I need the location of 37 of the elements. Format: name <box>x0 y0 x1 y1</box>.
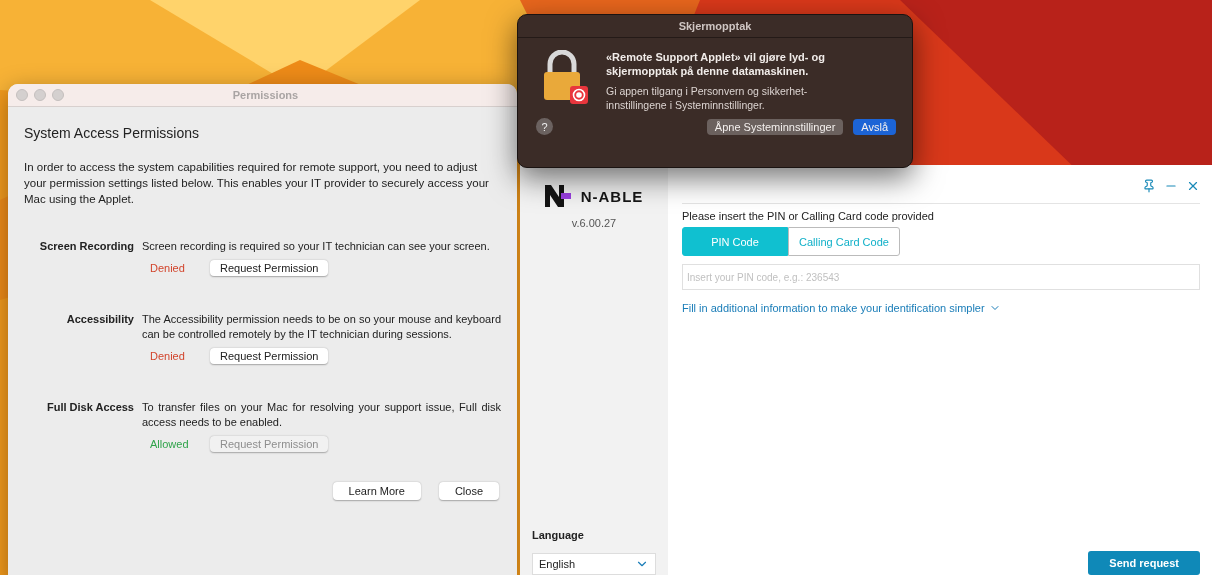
logo-text: N-ABLE <box>580 187 644 205</box>
dialog-button[interactable]: Avslå <box>853 118 896 135</box>
permission-description: To transfer files on your Mac for resolving your support issue, Full disk access needs to be enabled. <box>142 400 501 430</box>
window-title: Permissions <box>231 89 300 101</box>
permission-name: Screen Recording <box>38 239 134 254</box>
close-light-icon[interactable] <box>16 89 28 101</box>
dialog-detail: Gi appen tilgang i Personvern og sikkerhet-innstillingene i Systeminnstillinger. <box>606 84 809 112</box>
send-request-button[interactable]: Send request <box>1088 551 1200 575</box>
help-button[interactable]: ? <box>536 118 553 135</box>
zoom-light-icon[interactable] <box>52 89 64 101</box>
dialog-button[interactable]: Learn More <box>332 482 421 500</box>
language-select[interactable]: English <box>532 553 656 575</box>
pin-icon[interactable] <box>1142 179 1156 193</box>
more-info-link[interactable]: Fill in additional information to make your identification simpler <box>682 302 1001 314</box>
code-tab[interactable]: Calling Card Code <box>788 227 900 256</box>
request-permission-button[interactable]: Request Permission <box>210 260 329 276</box>
permission-name: Full Disk Access <box>45 400 134 415</box>
logo-icon <box>544 185 571 207</box>
permission-description: Screen recording is required so your IT technician can see your screen. <box>142 239 491 254</box>
request-permission-button[interactable]: Request Permission <box>210 348 329 364</box>
prompt-text: Please insert the PIN or Calling Card code provided <box>682 210 935 222</box>
permission-status: Allowed <box>150 438 188 450</box>
intro-text: In order to access the system capabilities required for remote support, you need to adjust your permission settings listed below. This enables your IT provider to securely access your Mac using the Applet. <box>24 160 490 207</box>
heading: System Access Permissions <box>24 125 201 141</box>
version-text: v.6.00.27 <box>571 217 617 229</box>
minimize-light-icon[interactable] <box>34 89 46 101</box>
dialog-message: «Remote Support Applet» vil gjøre lyd- og skjermopptak på denne datamaskinen. <box>606 50 826 78</box>
dialog-title: Skjermopptak <box>678 20 752 32</box>
permission-status: Denied <box>150 350 186 362</box>
dialog-button[interactable]: Close <box>438 482 499 500</box>
permission-name: Accessibility <box>65 312 134 327</box>
dialog-button[interactable]: Åpne Systeminnstillinger <box>706 118 844 135</box>
language-label: Language <box>532 529 584 541</box>
permission-description: The Accessibility permission needs to be on so your mouse and keyboard can be controlled remotely by the IT technician during sessions. <box>142 312 501 342</box>
pin-input-field[interactable]: Insert your PIN code, e.g.: 236543 <box>682 264 1200 290</box>
permission-status: Denied <box>150 262 186 274</box>
close-icon[interactable] <box>1186 179 1200 193</box>
